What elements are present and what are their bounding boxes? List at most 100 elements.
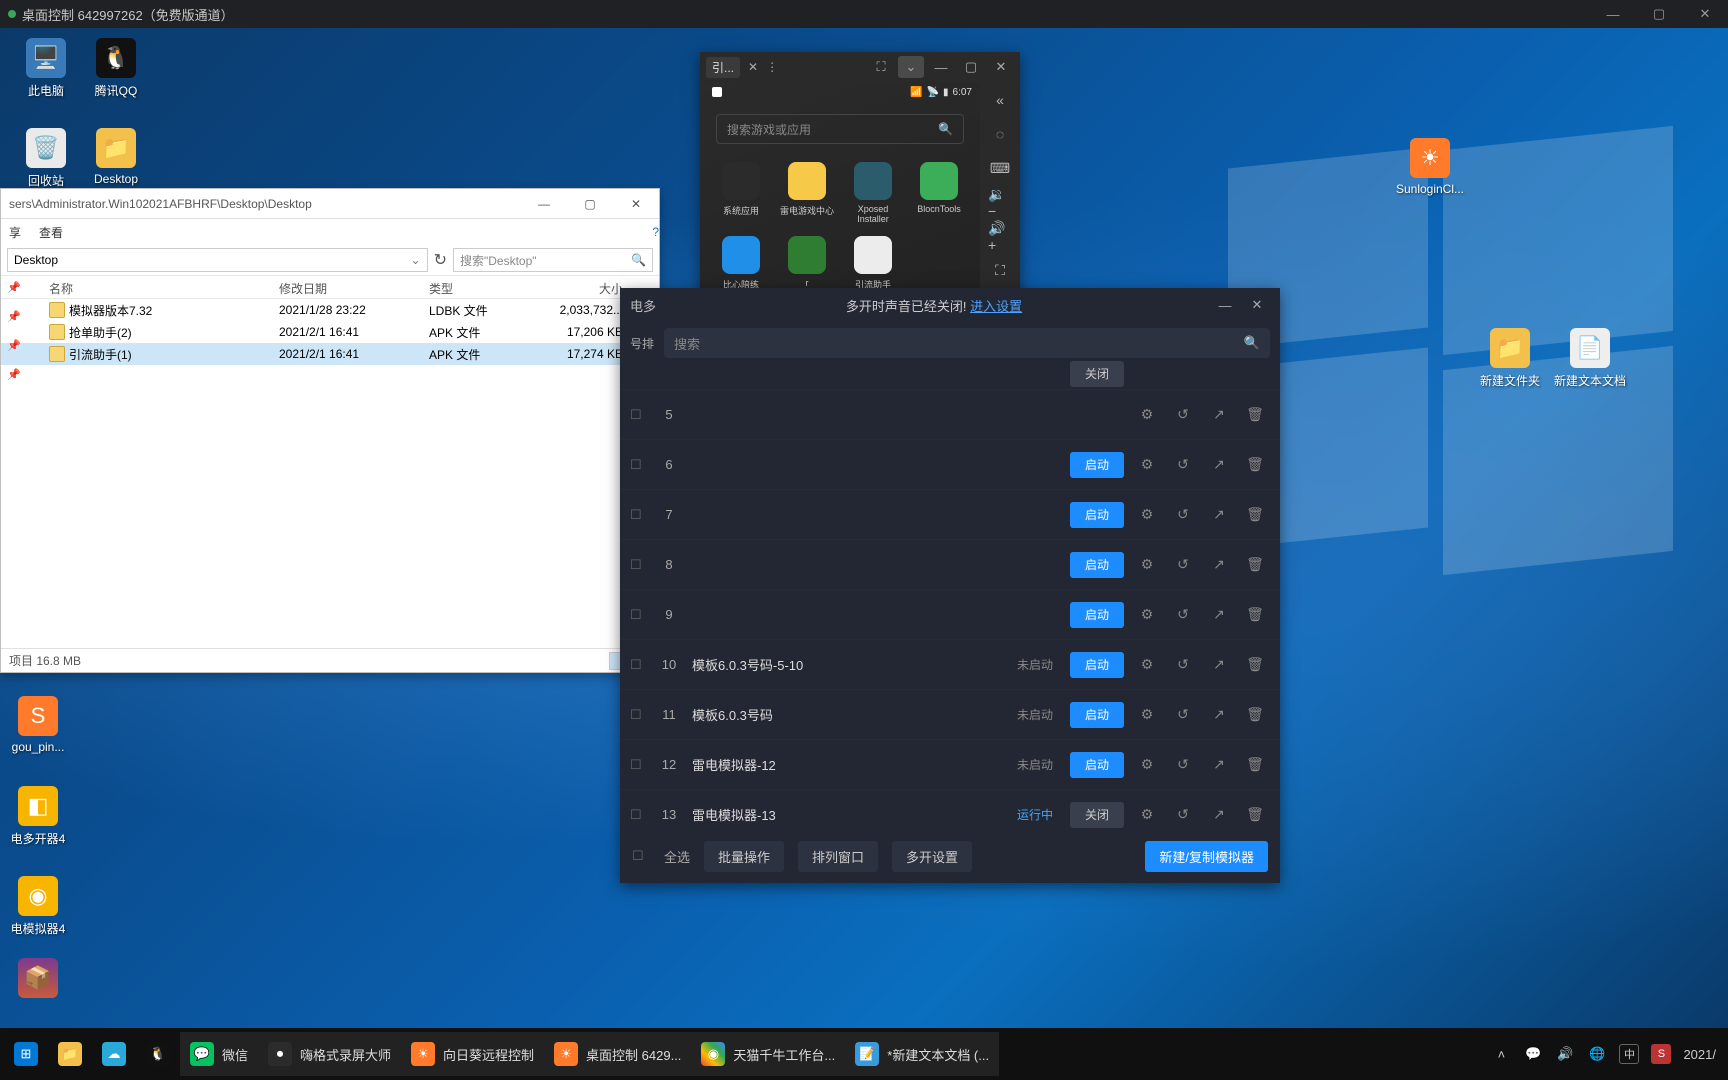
taskbar-item[interactable]: ☀桌面控制 6429...: [544, 1032, 691, 1076]
settings-icon[interactable]: ⚙: [1138, 556, 1156, 573]
taskbar-item[interactable]: ☀向日葵远程控制: [401, 1032, 544, 1076]
explorer-column-headers[interactable]: 名称 修改日期 类型 大小: [1, 275, 659, 299]
settings-icon[interactable]: ⚙: [1138, 406, 1156, 423]
explorer-search-input[interactable]: 搜索"Desktop" 🔍: [453, 248, 653, 272]
restart-icon[interactable]: ↺: [1174, 606, 1192, 623]
instance-row[interactable]: ☐9启动⚙↺↗🗑: [620, 590, 1280, 640]
tray-action-center-icon[interactable]: 💬: [1523, 1044, 1543, 1064]
restart-icon[interactable]: ↺: [1174, 506, 1192, 523]
emulator-close-button[interactable]: ✕: [988, 56, 1014, 78]
settings-icon[interactable]: ⚙: [1138, 806, 1156, 823]
settings-icon[interactable]: ⚙: [1138, 456, 1156, 473]
pin-icon[interactable]: 📌: [7, 281, 21, 294]
instance-row[interactable]: ☐8启动⚙↺↗🗑: [620, 540, 1280, 590]
android-app[interactable]: 系统应用: [712, 162, 770, 224]
android-app[interactable]: BlocnTools: [910, 162, 968, 224]
keyboard-icon[interactable]: ⌨: [988, 156, 1012, 180]
desktop-icon-this-pc[interactable]: 🖥️ 此电脑: [8, 38, 84, 99]
instance-row[interactable]: ☐6启动⚙↺↗🗑: [620, 440, 1280, 490]
android-app[interactable]: 雷电游戏中心: [778, 162, 836, 224]
restart-icon[interactable]: ↺: [1174, 456, 1192, 473]
ribbon-tab[interactable]: 享: [9, 224, 21, 241]
start-instance-button[interactable]: 启动: [1070, 652, 1124, 678]
row-checkbox[interactable]: ☐: [630, 707, 652, 723]
explorer-titlebar[interactable]: sers\Administrator.Win102021AFBHRF\Deskt…: [1, 189, 659, 219]
desktop-icon-sunlogin[interactable]: ☀ SunloginCl...: [1392, 138, 1468, 196]
manager-search-input[interactable]: 搜索 🔍: [664, 328, 1270, 358]
explorer-close-button[interactable]: ✕: [613, 189, 659, 219]
start-instance-button[interactable]: 启动: [1070, 452, 1124, 478]
select-all-checkbox[interactable]: ☐: [632, 848, 650, 864]
emulator-maximize-button[interactable]: ▢: [958, 56, 984, 78]
row-checkbox[interactable]: ☐: [630, 457, 652, 473]
pin-icon[interactable]: 📌: [7, 368, 21, 381]
tray-network-icon[interactable]: 🌐: [1587, 1044, 1607, 1064]
close-instance-button[interactable]: 关闭: [1070, 361, 1124, 387]
delete-icon[interactable]: 🗑: [1246, 656, 1264, 673]
export-icon[interactable]: ↗: [1210, 506, 1228, 523]
vol-down-icon[interactable]: 🔉−: [988, 190, 1012, 214]
explorer-address-bar[interactable]: Desktop ⌄: [7, 248, 428, 272]
loop-icon[interactable]: ◌: [988, 122, 1012, 146]
android-search-bar[interactable]: 搜索游戏或应用 🔍: [716, 114, 964, 144]
select-all-label[interactable]: 全选: [664, 847, 690, 866]
minimize-button[interactable]: —: [1590, 0, 1636, 28]
export-icon[interactable]: ↗: [1210, 806, 1228, 823]
start-instance-button[interactable]: 启动: [1070, 752, 1124, 778]
start-instance-button[interactable]: 启动: [1070, 702, 1124, 728]
export-icon[interactable]: ↗: [1210, 706, 1228, 723]
manager-titlebar[interactable]: 电多 多开时声音已经关闭! 进入设置 — ✕: [620, 288, 1280, 322]
android-app[interactable]: 比心陪练: [712, 236, 770, 291]
explorer-minimize-button[interactable]: —: [521, 189, 567, 219]
chevron-down-icon[interactable]: ⌄: [411, 253, 421, 267]
taskbar-item[interactable]: ◉天猫千牛工作台...: [691, 1032, 845, 1076]
expand-icon[interactable]: «: [988, 88, 1012, 112]
instance-row[interactable]: ☐10模板6.0.3号码-5-10未启动启动⚙↺↗🗑: [620, 640, 1280, 690]
col-type[interactable]: 类型: [421, 276, 531, 298]
taskbar-item[interactable]: ☁: [92, 1032, 136, 1076]
settings-icon[interactable]: ⚙: [1138, 656, 1156, 673]
ribbon-tab[interactable]: 查看: [39, 224, 63, 241]
export-icon[interactable]: ↗: [1210, 456, 1228, 473]
instance-row[interactable]: ☐5⚙↺↗🗑: [620, 390, 1280, 440]
android-app[interactable]: 引流助手: [844, 236, 902, 291]
export-icon[interactable]: ↗: [1210, 406, 1228, 423]
android-app[interactable]: r: [778, 236, 836, 291]
desktop-icon-recycle-bin[interactable]: 🗑️ 回收站: [8, 128, 84, 189]
delete-icon[interactable]: 🗑: [1246, 706, 1264, 723]
taskbar-item[interactable]: 📝*新建文本文档 (...: [845, 1032, 999, 1076]
emulator-minimize-button[interactable]: —: [928, 56, 954, 78]
row-checkbox[interactable]: ☐: [630, 807, 652, 823]
desktop-icon-qq[interactable]: 🐧 腾讯QQ: [78, 38, 154, 99]
desktop-icon-new-txt[interactable]: 📄 新建文本文档: [1552, 328, 1628, 389]
emulator-capture-icon[interactable]: ⛶: [868, 56, 894, 78]
pin-icon[interactable]: 📌: [7, 310, 21, 323]
instance-row[interactable]: 关闭 ⚙↺↗🗑: [620, 358, 1280, 390]
export-icon[interactable]: ↗: [1210, 756, 1228, 773]
pin-icon[interactable]: 📌: [7, 339, 21, 352]
instance-row[interactable]: ☐11模板6.0.3号码未启动启动⚙↺↗🗑: [620, 690, 1280, 740]
fullscreen-icon[interactable]: ⛶: [988, 258, 1012, 282]
manager-settings-link[interactable]: 进入设置: [970, 299, 1022, 314]
batch-operate-button[interactable]: 批量操作: [704, 841, 784, 872]
restart-icon[interactable]: ↺: [1174, 806, 1192, 823]
col-sort-label[interactable]: 号排: [630, 335, 654, 352]
manager-minimize-button[interactable]: —: [1212, 292, 1238, 318]
restart-icon[interactable]: ↺: [1174, 656, 1192, 673]
restart-icon[interactable]: ↺: [1174, 706, 1192, 723]
col-name[interactable]: 名称: [41, 276, 271, 298]
row-checkbox[interactable]: ☐: [630, 557, 652, 573]
start-instance-button[interactable]: 启动: [1070, 602, 1124, 628]
delete-icon[interactable]: 🗑: [1246, 406, 1264, 423]
instance-row[interactable]: ☐7启动⚙↺↗🗑: [620, 490, 1280, 540]
taskbar-item[interactable]: ⏺嗨格式录屏大师: [258, 1032, 401, 1076]
desktop-icon-ld-multi[interactable]: ◧ 电多开器4: [0, 786, 76, 847]
emulator-dropdown-icon[interactable]: ⌄: [898, 56, 924, 78]
delete-icon[interactable]: 🗑: [1246, 756, 1264, 773]
instance-row[interactable]: ☐12雷电模拟器-12未启动启动⚙↺↗🗑: [620, 740, 1280, 790]
export-icon[interactable]: ↗: [1210, 656, 1228, 673]
delete-icon[interactable]: 🗑: [1246, 456, 1264, 473]
desktop-icon-new-folder[interactable]: 📁 新建文件夹: [1472, 328, 1548, 389]
settings-icon[interactable]: ⚙: [1138, 606, 1156, 623]
close-instance-button[interactable]: 关闭: [1070, 802, 1124, 828]
